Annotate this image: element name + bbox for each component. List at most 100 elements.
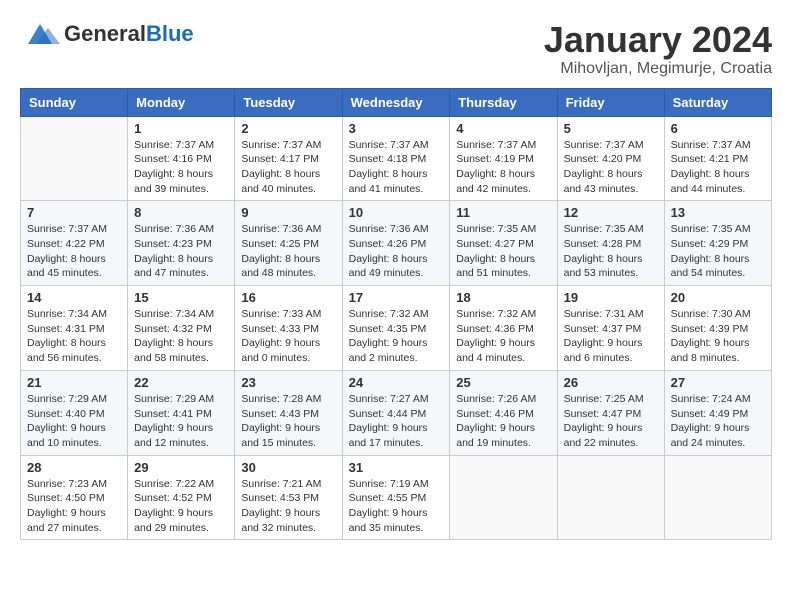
calendar-cell: 30 Sunrise: 7:21 AMSunset: 4:53 PMDayligh…: [235, 455, 342, 540]
calendar-cell: 13 Sunrise: 7:35 AMSunset: 4:29 PMDayligh…: [664, 201, 771, 286]
calendar-week-row: 14Sunrise: 7:34 AMSunset: 4:31 PMDayligh…: [21, 286, 772, 371]
calendar-cell: 17 Sunrise: 7:32 AMSunset: 4:35 PMDayligh…: [342, 286, 450, 371]
logo-text: GeneralBlue: [64, 23, 194, 45]
calendar-cell: 11Sunrise: 7:35 AMSunset: 4:27 PMDayligh…: [450, 201, 557, 286]
day-info: Sunrise: 7:35 AMSunset: 4:28 PMDaylight:…: [564, 222, 658, 281]
logo-icon: [20, 20, 60, 48]
calendar-cell: 1Sunrise: 7:37 AMSunset: 4:16 PMDaylight…: [128, 116, 235, 201]
calendar-subtitle: Mihovljan, Megimurje, Croatia: [544, 60, 772, 78]
day-info: Sunrise: 7:33 AMSunset: 4:33 PMDaylight:…: [241, 307, 335, 366]
calendar-cell: 21Sunrise: 7:29 AMSunset: 4:40 PMDayligh…: [21, 370, 128, 455]
day-info: Sunrise: 7:37 AMSunset: 4:17 PMDaylight:…: [241, 138, 335, 197]
day-info: Sunrise: 7:34 AMSunset: 4:31 PMDaylight:…: [27, 307, 121, 366]
day-info: Sunrise: 7:37 AMSunset: 4:18 PMDaylight:…: [349, 138, 444, 197]
calendar-week-row: 28 Sunrise: 7:23 AMSunset: 4:50 PMDayligh…: [21, 455, 772, 540]
calendar-cell: 26 Sunrise: 7:25 AMSunset: 4:47 PMDayligh…: [557, 370, 664, 455]
calendar-cell: 12 Sunrise: 7:35 AMSunset: 4:28 PMDayligh…: [557, 201, 664, 286]
day-info: Sunrise: 7:28 AMSunset: 4:43 PMDaylight:…: [241, 392, 335, 451]
calendar-cell: 18Sunrise: 7:32 AMSunset: 4:36 PMDayligh…: [450, 286, 557, 371]
calendar-cell: 4 Sunrise: 7:37 AMSunset: 4:19 PMDaylight…: [450, 116, 557, 201]
calendar-weekday-header: Tuesday: [235, 88, 342, 116]
day-number: 10: [349, 205, 444, 220]
day-info: Sunrise: 7:29 AMSunset: 4:40 PMDaylight:…: [27, 392, 121, 451]
day-number: 4: [456, 121, 550, 136]
day-info: Sunrise: 7:19 AMSunset: 4:55 PMDaylight:…: [349, 477, 444, 536]
day-info: Sunrise: 7:37 AMSunset: 4:20 PMDaylight:…: [564, 138, 658, 197]
calendar-cell: 14Sunrise: 7:34 AMSunset: 4:31 PMDayligh…: [21, 286, 128, 371]
day-info: Sunrise: 7:25 AMSunset: 4:47 PMDaylight:…: [564, 392, 658, 451]
calendar-weekday-header: Friday: [557, 88, 664, 116]
day-number: 7: [27, 205, 121, 220]
calendar-title: January 2024: [544, 20, 772, 60]
day-info: Sunrise: 7:21 AMSunset: 4:53 PMDaylight:…: [241, 477, 335, 536]
day-number: 25: [456, 375, 550, 390]
day-info: Sunrise: 7:29 AMSunset: 4:41 PMDaylight:…: [134, 392, 228, 451]
day-number: 6: [671, 121, 765, 136]
day-info: Sunrise: 7:31 AMSunset: 4:37 PMDaylight:…: [564, 307, 658, 366]
calendar-cell: 31Sunrise: 7:19 AMSunset: 4:55 PMDayligh…: [342, 455, 450, 540]
calendar-cell: 23 Sunrise: 7:28 AMSunset: 4:43 PMDayligh…: [235, 370, 342, 455]
day-number: 16: [241, 290, 335, 305]
day-info: Sunrise: 7:37 AMSunset: 4:21 PMDaylight:…: [671, 138, 765, 197]
calendar-cell: 6 Sunrise: 7:37 AMSunset: 4:21 PMDaylight…: [664, 116, 771, 201]
day-number: 26: [564, 375, 658, 390]
day-number: 9: [241, 205, 335, 220]
day-number: 30: [241, 460, 335, 475]
calendar-cell: 20Sunrise: 7:30 AMSunset: 4:39 PMDayligh…: [664, 286, 771, 371]
day-number: 5: [564, 121, 658, 136]
calendar-cell: 29Sunrise: 7:22 AMSunset: 4:52 PMDayligh…: [128, 455, 235, 540]
day-number: 22: [134, 375, 228, 390]
day-info: Sunrise: 7:34 AMSunset: 4:32 PMDaylight:…: [134, 307, 228, 366]
day-info: Sunrise: 7:27 AMSunset: 4:44 PMDaylight:…: [349, 392, 444, 451]
calendar-cell: 16 Sunrise: 7:33 AMSunset: 4:33 PMDayligh…: [235, 286, 342, 371]
calendar-table: SundayMondayTuesdayWednesdayThursdayFrid…: [20, 88, 772, 541]
calendar-cell: 19 Sunrise: 7:31 AMSunset: 4:37 PMDayligh…: [557, 286, 664, 371]
day-number: 27: [671, 375, 765, 390]
calendar-weekday-header: Sunday: [21, 88, 128, 116]
page-header: GeneralBlue January 2024 Mihovljan, Megi…: [20, 20, 772, 78]
day-number: 12: [564, 205, 658, 220]
day-number: 19: [564, 290, 658, 305]
day-number: 17: [349, 290, 444, 305]
day-info: Sunrise: 7:26 AMSunset: 4:46 PMDaylight:…: [456, 392, 550, 451]
day-info: Sunrise: 7:37 AMSunset: 4:22 PMDaylight:…: [27, 222, 121, 281]
calendar-cell: [557, 455, 664, 540]
calendar-cell: 2 Sunrise: 7:37 AMSunset: 4:17 PMDaylight…: [235, 116, 342, 201]
calendar-cell: [21, 116, 128, 201]
calendar-cell: 27 Sunrise: 7:24 AMSunset: 4:49 PMDayligh…: [664, 370, 771, 455]
day-info: Sunrise: 7:35 AMSunset: 4:29 PMDaylight:…: [671, 222, 765, 281]
calendar-week-row: 21Sunrise: 7:29 AMSunset: 4:40 PMDayligh…: [21, 370, 772, 455]
day-info: Sunrise: 7:23 AMSunset: 4:50 PMDaylight:…: [27, 477, 121, 536]
day-number: 13: [671, 205, 765, 220]
calendar-cell: 5 Sunrise: 7:37 AMSunset: 4:20 PMDaylight…: [557, 116, 664, 201]
calendar-cell: 10 Sunrise: 7:36 AMSunset: 4:26 PMDayligh…: [342, 201, 450, 286]
day-number: 1: [134, 121, 228, 136]
calendar-cell: 9 Sunrise: 7:36 AMSunset: 4:25 PMDaylight…: [235, 201, 342, 286]
calendar-cell: 24Sunrise: 7:27 AMSunset: 4:44 PMDayligh…: [342, 370, 450, 455]
day-info: Sunrise: 7:36 AMSunset: 4:25 PMDaylight:…: [241, 222, 335, 281]
calendar-weekday-header: Saturday: [664, 88, 771, 116]
calendar-cell: 28 Sunrise: 7:23 AMSunset: 4:50 PMDayligh…: [21, 455, 128, 540]
calendar-weekday-header: Thursday: [450, 88, 557, 116]
day-info: Sunrise: 7:24 AMSunset: 4:49 PMDaylight:…: [671, 392, 765, 451]
day-info: Sunrise: 7:32 AMSunset: 4:35 PMDaylight:…: [349, 307, 444, 366]
day-number: 3: [349, 121, 444, 136]
calendar-cell: 22 Sunrise: 7:29 AMSunset: 4:41 PMDayligh…: [128, 370, 235, 455]
day-info: Sunrise: 7:37 AMSunset: 4:19 PMDaylight:…: [456, 138, 550, 197]
calendar-cell: 3 Sunrise: 7:37 AMSunset: 4:18 PMDaylight…: [342, 116, 450, 201]
calendar-cell: [450, 455, 557, 540]
calendar-week-row: 7 Sunrise: 7:37 AMSunset: 4:22 PMDaylight…: [21, 201, 772, 286]
day-number: 20: [671, 290, 765, 305]
logo: GeneralBlue: [20, 20, 194, 48]
day-number: 8: [134, 205, 228, 220]
day-number: 2: [241, 121, 335, 136]
calendar-weekday-header: Wednesday: [342, 88, 450, 116]
calendar-cell: [664, 455, 771, 540]
calendar-cell: 8Sunrise: 7:36 AMSunset: 4:23 PMDaylight…: [128, 201, 235, 286]
day-number: 18: [456, 290, 550, 305]
day-info: Sunrise: 7:35 AMSunset: 4:27 PMDaylight:…: [456, 222, 550, 281]
day-number: 23: [241, 375, 335, 390]
day-info: Sunrise: 7:36 AMSunset: 4:26 PMDaylight:…: [349, 222, 444, 281]
calendar-week-row: 1Sunrise: 7:37 AMSunset: 4:16 PMDaylight…: [21, 116, 772, 201]
day-number: 28: [27, 460, 121, 475]
